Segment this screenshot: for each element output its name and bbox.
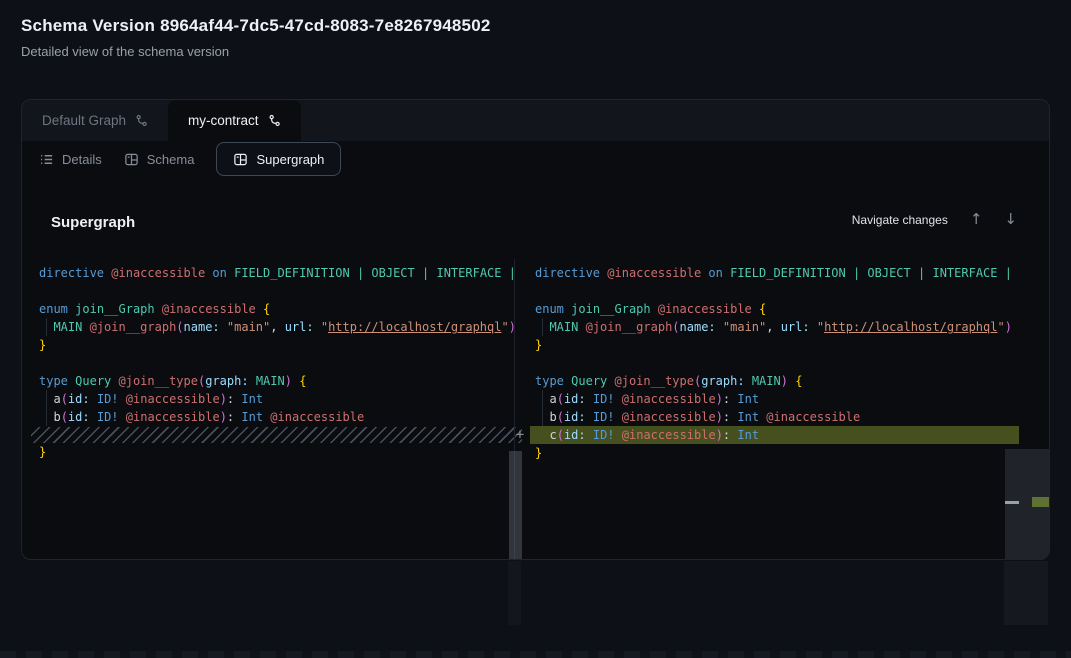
code-line (22, 354, 522, 372)
variant-tabs: Default Graph my-contract (22, 100, 1049, 141)
overview-cursor-marker (1005, 501, 1019, 504)
code-line: } (524, 336, 1049, 354)
code-line: } (524, 444, 1049, 462)
code-line: MAIN @join__graph(name: "main", url: "ht… (524, 318, 1049, 336)
code-line (22, 282, 522, 300)
scrollbar-overflow-left (508, 561, 521, 625)
overview-ruler[interactable] (1005, 449, 1049, 559)
code-line (524, 282, 1049, 300)
code-line: type Query @join__type(graph: MAIN) { (524, 372, 1049, 390)
schema-panels-icon (124, 152, 139, 167)
page-title: Schema Version 8964af44-7dc5-47cd-8083-7… (21, 16, 491, 36)
page-subtitle: Detailed view of the schema version (21, 44, 229, 59)
diff-added-line: c(id: ID! @inaccessible): Int (530, 426, 1019, 444)
tab-supergraph[interactable]: Supergraph (216, 142, 341, 176)
tab-details[interactable]: Details (39, 152, 102, 167)
code-line: } (22, 336, 522, 354)
code-line: MAIN @join__graph(name: "main", url: "ht… (22, 318, 522, 336)
tab-my-contract[interactable]: my-contract (168, 100, 301, 141)
schema-version-page: Schema Version 8964af44-7dc5-47cd-8083-7… (0, 0, 1071, 658)
code-line: b(id: ID! @inaccessible): Int @inaccessi… (22, 408, 522, 426)
schema-version-card: Default Graph my-contract (21, 99, 1050, 560)
tab-my-contract-label: my-contract (188, 113, 259, 128)
supergraph-heading: Supergraph (51, 214, 135, 231)
variant-fork-icon (268, 114, 281, 127)
code-line: a(id: ID! @inaccessible): Int (524, 390, 1049, 408)
code-line: type Query @join__type(graph: MAIN) { (22, 372, 522, 390)
navigate-up-button[interactable]: ↑ (970, 212, 983, 227)
schema-panels-icon (233, 152, 248, 167)
bottom-edge-decoration (0, 651, 1071, 658)
code-line: } (22, 443, 522, 461)
tab-details-label: Details (62, 152, 102, 167)
code-line (524, 354, 1049, 372)
view-subtabs: Details Schema Supergraph (22, 141, 1049, 177)
tab-schema-label: Schema (147, 152, 195, 167)
diff-added-gutter-marker: + (511, 426, 529, 444)
diff-editor: directive @inaccessible on FIELD_DEFINIT… (22, 259, 1049, 559)
tab-schema[interactable]: Schema (124, 152, 195, 167)
code-line: directive @inaccessible on FIELD_DEFINIT… (22, 264, 522, 282)
code-line: enum join__Graph @inaccessible { (22, 300, 522, 318)
left-pane-code[interactable]: directive @inaccessible on FIELD_DEFINIT… (22, 259, 522, 559)
variant-fork-icon (135, 114, 148, 127)
navigate-changes: Navigate changes ↑ ↓ (852, 212, 1017, 227)
list-icon (39, 152, 54, 167)
tab-default-graph[interactable]: Default Graph (22, 100, 168, 141)
code-line: b(id: ID! @inaccessible): Int @inaccessi… (524, 408, 1049, 426)
diff-placeholder-line (31, 427, 522, 443)
right-pane-code[interactable]: directive @inaccessible on FIELD_DEFINIT… (524, 259, 1049, 559)
tab-default-graph-label: Default Graph (42, 113, 126, 128)
scrollbar-overflow-right (1004, 561, 1048, 625)
overview-added-marker (1032, 497, 1049, 507)
left-scrollbar-thumb[interactable] (509, 451, 522, 559)
navigate-changes-label: Navigate changes (852, 213, 948, 227)
code-line: a(id: ID! @inaccessible): Int (22, 390, 522, 408)
navigate-down-button[interactable]: ↓ (1004, 212, 1017, 227)
code-line: directive @inaccessible on FIELD_DEFINIT… (524, 264, 1049, 282)
tab-supergraph-label: Supergraph (256, 152, 324, 167)
code-line: enum join__Graph @inaccessible { (524, 300, 1049, 318)
